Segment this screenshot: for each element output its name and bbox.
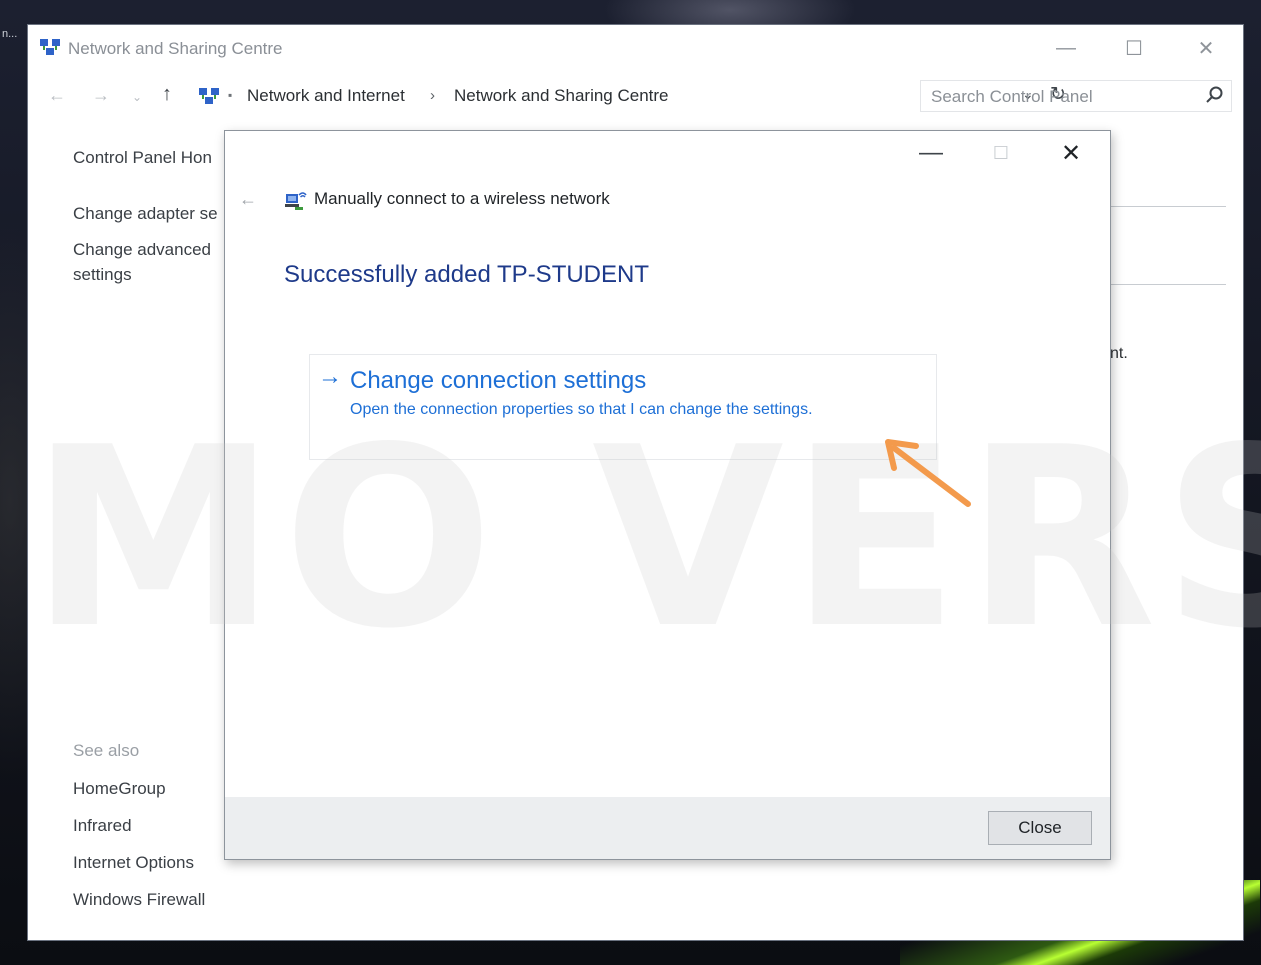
address-bar-row: ← → ⌄ ↑ ▪ Network and Internet › Network… (28, 80, 1243, 114)
search-input[interactable]: Search Control Panel (920, 80, 1232, 112)
close-button[interactable]: Close (988, 811, 1092, 845)
breadcrumb-network-sharing-centre[interactable]: Network and Sharing Centre (454, 86, 669, 106)
divider (1108, 206, 1226, 207)
dialog-footer: Close (225, 797, 1110, 859)
sidebar-change-advanced-settings[interactable]: settings (73, 262, 132, 287)
desktop-item-label: n... (2, 28, 18, 40)
right-arrow-icon: → (318, 363, 342, 390)
minimize-button[interactable]: — (1038, 33, 1094, 63)
maximize-icon: ☐ (992, 142, 1010, 163)
window-titlebar: Network and Sharing Centre — ☐ ✕ (28, 25, 1243, 71)
task-title: Change connection settings (350, 367, 647, 394)
manual-connect-dialog: — ☐ ✕ ← Manually connect to a wireless n… (224, 130, 1111, 860)
search-icon[interactable] (1205, 85, 1225, 105)
sidebar-infrared[interactable]: Infrared (73, 813, 132, 838)
dialog-close-x-button[interactable]: ✕ (1041, 135, 1101, 171)
back-arrow-icon[interactable]: ← (48, 85, 66, 106)
recent-chevron-icon[interactable]: ⌄ (132, 90, 142, 104)
close-icon: ✕ (1060, 139, 1082, 167)
minimize-icon: — (919, 139, 943, 166)
change-connection-settings-link[interactable]: → Change connection settings Open the co… (309, 354, 937, 460)
up-arrow-icon[interactable]: ↑ (162, 83, 172, 106)
address-box[interactable]: ▪ Network and Internet › Network and Sha… (192, 80, 1066, 112)
minimize-icon: — (1056, 36, 1076, 59)
close-window-button[interactable]: ✕ (1178, 33, 1234, 63)
network-icon (40, 39, 60, 55)
back-arrow-icon[interactable]: ← (239, 189, 257, 210)
maximize-icon: ☐ (1125, 37, 1143, 60)
sidebar-change-advanced[interactable]: Change advanced (73, 237, 211, 262)
sidebar-homegroup[interactable]: HomeGroup (73, 776, 166, 801)
forward-arrow-icon[interactable]: → (92, 85, 110, 106)
wireless-network-icon (285, 192, 307, 210)
dialog-minimize-button[interactable]: — (901, 135, 961, 171)
breadcrumb-network-internet[interactable]: Network and Internet (247, 86, 405, 106)
network-icon (199, 88, 219, 104)
task-description: Open the connection properties so that I… (350, 401, 813, 418)
search-placeholder: Search Control Panel (931, 87, 1093, 106)
divider (1108, 284, 1226, 285)
annotation-arrow-icon (885, 439, 971, 507)
sidebar-internet-options[interactable]: Internet Options (73, 850, 194, 875)
success-heading: Successfully added TP-STUDENT (284, 261, 650, 288)
maximize-button[interactable]: ☐ (1106, 33, 1162, 63)
chevron-right-icon[interactable]: › (430, 87, 435, 104)
breadcrumb-separator-icon: ▪ (228, 88, 233, 102)
dialog-maximize-button: ☐ (971, 135, 1031, 171)
sidebar-change-adapter-settings[interactable]: Change adapter se (73, 201, 218, 226)
window-title: Network and Sharing Centre (68, 39, 283, 58)
see-also-label: See also (73, 741, 140, 760)
close-icon: ✕ (1197, 37, 1215, 60)
sidebar-control-panel-home[interactable]: Control Panel Hon (73, 145, 212, 170)
sidebar-windows-firewall[interactable]: Windows Firewall (73, 887, 205, 912)
background-text-fragment: nt. (1110, 345, 1128, 362)
dialog-title: Manually connect to a wireless network (314, 189, 610, 208)
